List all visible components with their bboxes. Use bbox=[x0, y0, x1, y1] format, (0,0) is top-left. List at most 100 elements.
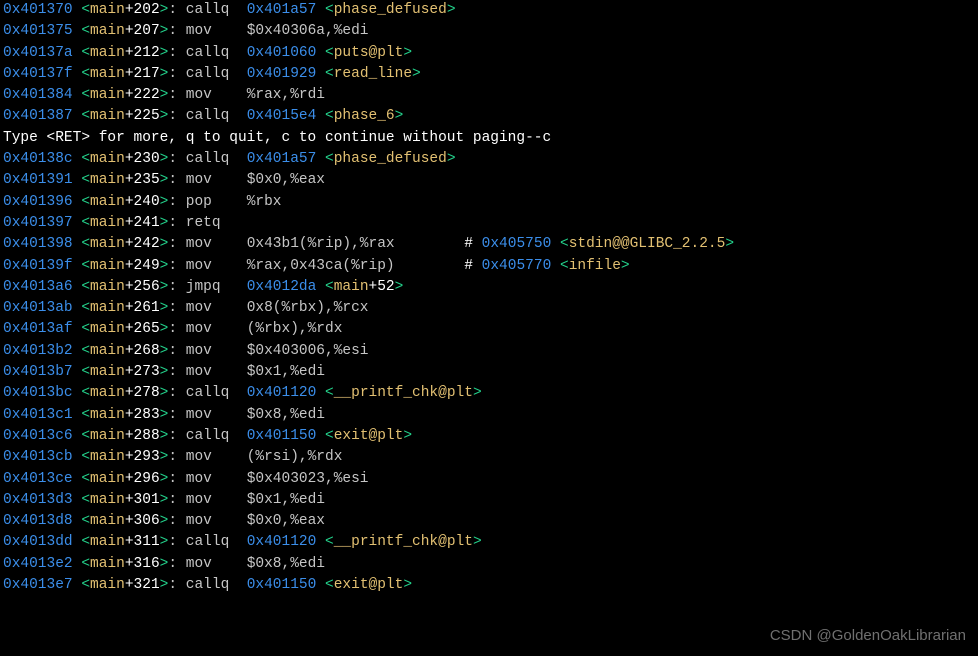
instruction-offset: 268 bbox=[134, 343, 160, 359]
target-symbol: phase_defused bbox=[334, 2, 447, 18]
instruction-address: 0x4013d8 bbox=[3, 513, 73, 529]
target-symbol: exit@plt bbox=[334, 428, 404, 444]
target-address: 0x4015e4 bbox=[247, 108, 317, 124]
mnemonic: mov bbox=[186, 407, 212, 423]
disassembly-line: 0x40138c <main+230>: callq 0x401a57 <pha… bbox=[3, 149, 975, 170]
disassembly-line: 0x401397 <main+241>: retq bbox=[3, 213, 975, 234]
mnemonic: mov bbox=[186, 471, 212, 487]
mnemonic: mov bbox=[186, 23, 212, 39]
disassembly-line: 0x401398 <main+242>: mov 0x43b1(%rip),%r… bbox=[3, 234, 975, 255]
target-address: 0x401a57 bbox=[247, 2, 317, 18]
target-symbol: puts@plt bbox=[334, 45, 404, 61]
mnemonic: callq bbox=[186, 151, 230, 167]
instruction-offset: 241 bbox=[134, 215, 160, 231]
operands: $0x8,%edi bbox=[247, 556, 325, 572]
operands: $0x1,%edi bbox=[247, 364, 325, 380]
function-name: main bbox=[90, 194, 125, 210]
function-name: main bbox=[90, 279, 125, 295]
mnemonic: mov bbox=[186, 492, 212, 508]
instruction-address: 0x4013bc bbox=[3, 385, 73, 401]
disassembly-line: 0x4013c1 <main+283>: mov $0x8,%edi bbox=[3, 405, 975, 426]
function-name: main bbox=[90, 513, 125, 529]
target-address: 0x401929 bbox=[247, 66, 317, 82]
instruction-offset: 249 bbox=[134, 258, 160, 274]
mnemonic: mov bbox=[186, 556, 212, 572]
instruction-offset: 225 bbox=[134, 108, 160, 124]
target-address: 0x401150 bbox=[247, 577, 317, 593]
operands: $0x8,%edi bbox=[247, 407, 325, 423]
disassembly-line: 0x4013b2 <main+268>: mov $0x403006,%esi bbox=[3, 341, 975, 362]
mnemonic: mov bbox=[186, 300, 212, 316]
mnemonic: callq bbox=[186, 45, 230, 61]
target-symbol: exit@plt bbox=[334, 577, 404, 593]
instruction-offset: 242 bbox=[134, 236, 160, 252]
function-name: main bbox=[90, 2, 125, 18]
function-name: main bbox=[90, 556, 125, 572]
mnemonic: callq bbox=[186, 108, 230, 124]
instruction-address: 0x40137a bbox=[3, 45, 73, 61]
mnemonic: callq bbox=[186, 577, 230, 593]
operands: 0x8(%rbx),%rcx bbox=[247, 300, 369, 316]
operands: 0x43b1(%rip),%rax bbox=[247, 236, 395, 252]
disassembly-line: 0x4013af <main+265>: mov (%rbx),%rdx bbox=[3, 319, 975, 340]
instruction-offset: 283 bbox=[134, 407, 160, 423]
target-symbol: phase_defused bbox=[334, 151, 447, 167]
instruction-address: 0x40137f bbox=[3, 66, 73, 82]
comment-address: 0x405770 bbox=[482, 258, 552, 274]
mnemonic: callq bbox=[186, 2, 230, 18]
instruction-address: 0x4013d3 bbox=[3, 492, 73, 508]
function-name: main bbox=[90, 151, 125, 167]
operands: (%rbx),%rdx bbox=[247, 321, 343, 337]
target-address: 0x401060 bbox=[247, 45, 317, 61]
target-symbol: __printf_chk@plt bbox=[334, 385, 473, 401]
operands: $0x403006,%esi bbox=[247, 343, 369, 359]
instruction-offset: 212 bbox=[134, 45, 160, 61]
instruction-offset: 278 bbox=[134, 385, 160, 401]
operands: (%rsi),%rdx bbox=[247, 449, 343, 465]
function-name: main bbox=[90, 534, 125, 550]
operands: $0x0,%eax bbox=[247, 172, 325, 188]
instruction-offset: 222 bbox=[134, 87, 160, 103]
instruction-address: 0x401375 bbox=[3, 23, 73, 39]
target-address: 0x401150 bbox=[247, 428, 317, 444]
mnemonic: mov bbox=[186, 449, 212, 465]
mnemonic: callq bbox=[186, 534, 230, 550]
instruction-address: 0x4013cb bbox=[3, 449, 73, 465]
disassembly-line: 0x40137a <main+212>: callq 0x401060 <put… bbox=[3, 43, 975, 64]
mnemonic: mov bbox=[186, 258, 212, 274]
instruction-address: 0x401384 bbox=[3, 87, 73, 103]
disassembly-line: 0x4013d8 <main+306>: mov $0x0,%eax bbox=[3, 511, 975, 532]
disassembly-line: 0x4013c6 <main+288>: callq 0x401150 <exi… bbox=[3, 426, 975, 447]
mnemonic: callq bbox=[186, 66, 230, 82]
pager-prompt: Type <RET> for more, q to quit, c to con… bbox=[3, 128, 975, 149]
target-address: 0x401120 bbox=[247, 534, 317, 550]
function-name: main bbox=[90, 385, 125, 401]
disassembly-line: 0x401396 <main+240>: pop %rbx bbox=[3, 192, 975, 213]
instruction-offset: 311 bbox=[134, 534, 160, 550]
instruction-address: 0x401396 bbox=[3, 194, 73, 210]
instruction-address: 0x4013e7 bbox=[3, 577, 73, 593]
disassembly-line: 0x4013dd <main+311>: callq 0x401120 <__p… bbox=[3, 532, 975, 553]
instruction-address: 0x4013b2 bbox=[3, 343, 73, 359]
disassembly-line: 0x4013b7 <main+273>: mov $0x1,%edi bbox=[3, 362, 975, 383]
function-name: main bbox=[90, 321, 125, 337]
operands: $0x1,%edi bbox=[247, 492, 325, 508]
instruction-offset: 217 bbox=[134, 66, 160, 82]
disassembly-line: 0x4013cb <main+293>: mov (%rsi),%rdx bbox=[3, 447, 975, 468]
instruction-address: 0x4013af bbox=[3, 321, 73, 337]
disassembly-line: 0x401391 <main+235>: mov $0x0,%eax bbox=[3, 170, 975, 191]
comment-address: 0x405750 bbox=[482, 236, 552, 252]
instruction-offset: 316 bbox=[134, 556, 160, 572]
instruction-address: 0x4013c6 bbox=[3, 428, 73, 444]
instruction-address: 0x401398 bbox=[3, 236, 73, 252]
instruction-offset: 273 bbox=[134, 364, 160, 380]
operands: $0x0,%eax bbox=[247, 513, 325, 529]
disassembly-line: 0x401375 <main+207>: mov $0x40306a,%edi bbox=[3, 21, 975, 42]
mnemonic: mov bbox=[186, 364, 212, 380]
disassembly-line: 0x4013bc <main+278>: callq 0x401120 <__p… bbox=[3, 383, 975, 404]
disassembly-line: 0x40139f <main+249>: mov %rax,0x43ca(%ri… bbox=[3, 256, 975, 277]
function-name: main bbox=[90, 236, 125, 252]
mnemonic: mov bbox=[186, 236, 212, 252]
instruction-address: 0x401391 bbox=[3, 172, 73, 188]
function-name: main bbox=[90, 364, 125, 380]
